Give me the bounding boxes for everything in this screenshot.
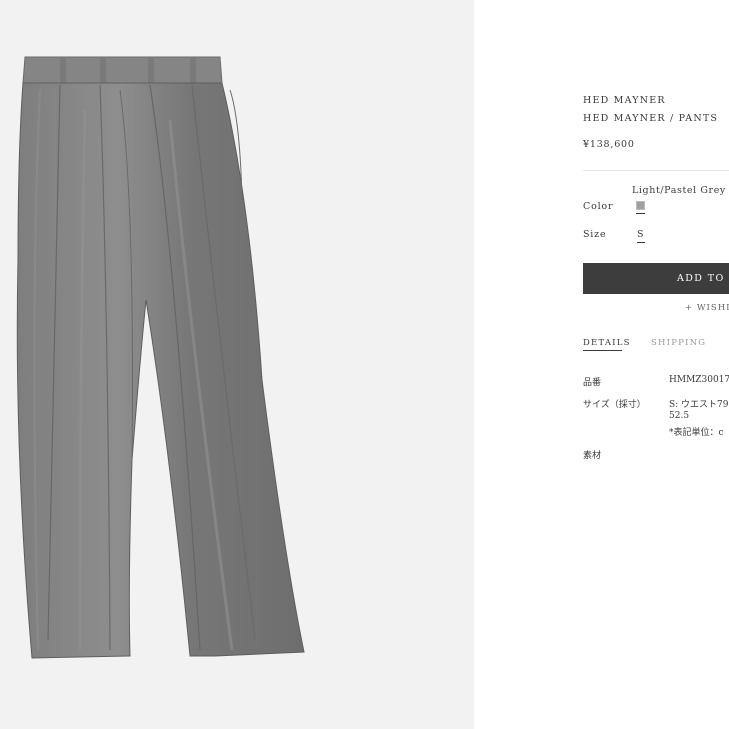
detail-value-item-number: HMMZ30017 <box>669 375 729 385</box>
color-label: Color <box>583 201 614 212</box>
divider <box>583 170 729 171</box>
tab-details[interactable]: DETAILS <box>583 338 631 348</box>
product-info-panel: HED MAYNER HED MAYNER / PANTS ¥138,600 C… <box>583 0 729 729</box>
detail-label-item-number: 品番 <box>583 378 602 388</box>
color-selected-underline <box>636 213 645 214</box>
product-price: ¥138,600 <box>583 139 635 150</box>
wishlist-link[interactable]: + WISHLI <box>685 303 729 313</box>
pants-photo <box>16 56 305 659</box>
detail-value-size-note: *表記単位：c <box>669 428 724 438</box>
brand-name[interactable]: HED MAYNER <box>583 95 666 106</box>
add-to-cart-button[interactable]: ADD TO C <box>583 263 729 294</box>
detail-value-size-2: 52.5 <box>669 411 690 421</box>
size-label: Size <box>583 229 607 240</box>
detail-value-size: S: ウエスト79 <box>669 400 729 410</box>
product-title: HED MAYNER / PANTS <box>583 113 719 124</box>
detail-label-size: サイズ（採寸） <box>583 400 646 410</box>
color-swatch-light-grey[interactable] <box>636 201 645 210</box>
product-image-panel[interactable] <box>0 0 474 729</box>
tab-shipping[interactable]: SHIPPING <box>651 338 706 348</box>
size-option-s[interactable]: S <box>637 229 644 240</box>
detail-label-material: 素材 <box>583 451 602 461</box>
tab-details-underline <box>583 350 622 351</box>
selected-color-name: Light/Pastel Grey <box>632 185 726 196</box>
size-selected-underline <box>637 242 645 243</box>
